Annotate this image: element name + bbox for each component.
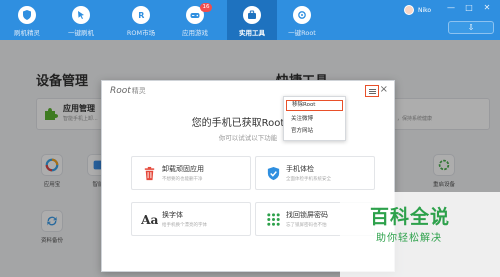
nav-label: 应用游戏 (182, 29, 208, 37)
option-subtitle: 不想要的也能删干净 (162, 177, 203, 182)
menu-item-follow-weibo[interactable]: 关注微博 (286, 114, 343, 125)
menu-item-remove-root[interactable]: 移除Root (286, 100, 343, 111)
user-info[interactable]: Niko (404, 4, 431, 16)
user-name: Niko (418, 6, 432, 14)
maximize-button[interactable]: □ (464, 3, 474, 13)
root-icon (293, 6, 311, 24)
notification-badge: 16 (200, 3, 212, 12)
watermark-subtitle: 助你轻松解决 (376, 233, 442, 244)
option-title: 找回锁屏密码 (286, 211, 328, 219)
nav-label: 一键刷机 (68, 29, 94, 37)
menu-item-official-site[interactable]: 官方网站 (286, 126, 343, 137)
font-icon: Aa (140, 210, 158, 228)
hamburger-icon-line (368, 92, 376, 94)
hamburger-icon-line (368, 90, 376, 92)
close-window-button[interactable]: ✕ (482, 3, 492, 13)
option-title: 卸载顽固应用 (162, 165, 204, 173)
root-wizard-logo: Root精灵 (110, 86, 146, 96)
minimize-button[interactable]: — (446, 3, 456, 13)
nav-label: ROM市场 (126, 29, 156, 37)
option-title: 手机体检 (286, 165, 314, 173)
nav-label: 一键Root (288, 29, 316, 37)
lock-pattern-icon (264, 210, 282, 228)
shield-icon (18, 6, 36, 24)
download-button[interactable]: ⇩ (448, 21, 494, 34)
option-phone-checkup[interactable]: 手机体检 全面体检手机系统安全 (255, 156, 375, 190)
svg-text:R: R (138, 11, 144, 20)
trash-icon (140, 164, 158, 182)
option-subtitle: 给手机换个漂亮的字体 (162, 223, 207, 228)
dialog-close-button[interactable]: × (380, 85, 388, 95)
toolbox-icon (243, 6, 261, 24)
option-subtitle: 忘了锁屏密码也不怕 (286, 223, 327, 228)
watermark: 百科全说 助你轻松解决 (340, 192, 500, 277)
nav-item-utilities[interactable]: 实用工具 (227, 0, 277, 40)
shield-check-icon (264, 164, 282, 182)
nav-label: 实用工具 (239, 29, 265, 37)
nav-item-one-click-root[interactable]: 一键Root (277, 0, 327, 40)
menu-button[interactable] (365, 85, 379, 97)
logo-text: Root (110, 86, 131, 96)
svg-text:Aa: Aa (141, 213, 158, 227)
option-uninstall-apps[interactable]: 卸载顽固应用 不想要的也能删干净 (131, 156, 251, 190)
nav-label: 刷机精灵 (14, 29, 40, 37)
nav-item-rom-market[interactable]: R ROM市场 (116, 0, 166, 40)
nav-item-apps-games[interactable]: 16 应用游戏 (170, 0, 220, 40)
option-change-font[interactable]: Aa 换字体 给手机换个漂亮的字体 (131, 202, 251, 236)
dialog-menu-dropdown: 移除Root 关注微博 官方网站 (283, 96, 346, 141)
avatar (404, 5, 414, 15)
nav-item-flash-wizard[interactable]: 刷机精灵 (2, 0, 52, 40)
hamburger-icon-line (368, 88, 376, 90)
download-icon: ⇩ (467, 23, 475, 32)
watermark-title: 百科全说 (370, 206, 451, 228)
option-subtitle: 全面体检手机系统安全 (286, 177, 331, 182)
logo-subtext: 精灵 (131, 87, 146, 95)
option-title: 换字体 (162, 211, 183, 219)
cursor-icon (72, 6, 90, 24)
nav-item-one-click-flash[interactable]: 一键刷机 (56, 0, 106, 40)
top-nav-bar: 刷机精灵 一键刷机 R ROM市场 16 应用游戏 实用工具 一键Root Ni… (0, 0, 500, 40)
rom-icon: R (132, 6, 150, 24)
dialog-title: 您的手机已获取Root权限 (191, 118, 305, 129)
dialog-subtitle: 你可以试试以下功能 (218, 134, 278, 142)
